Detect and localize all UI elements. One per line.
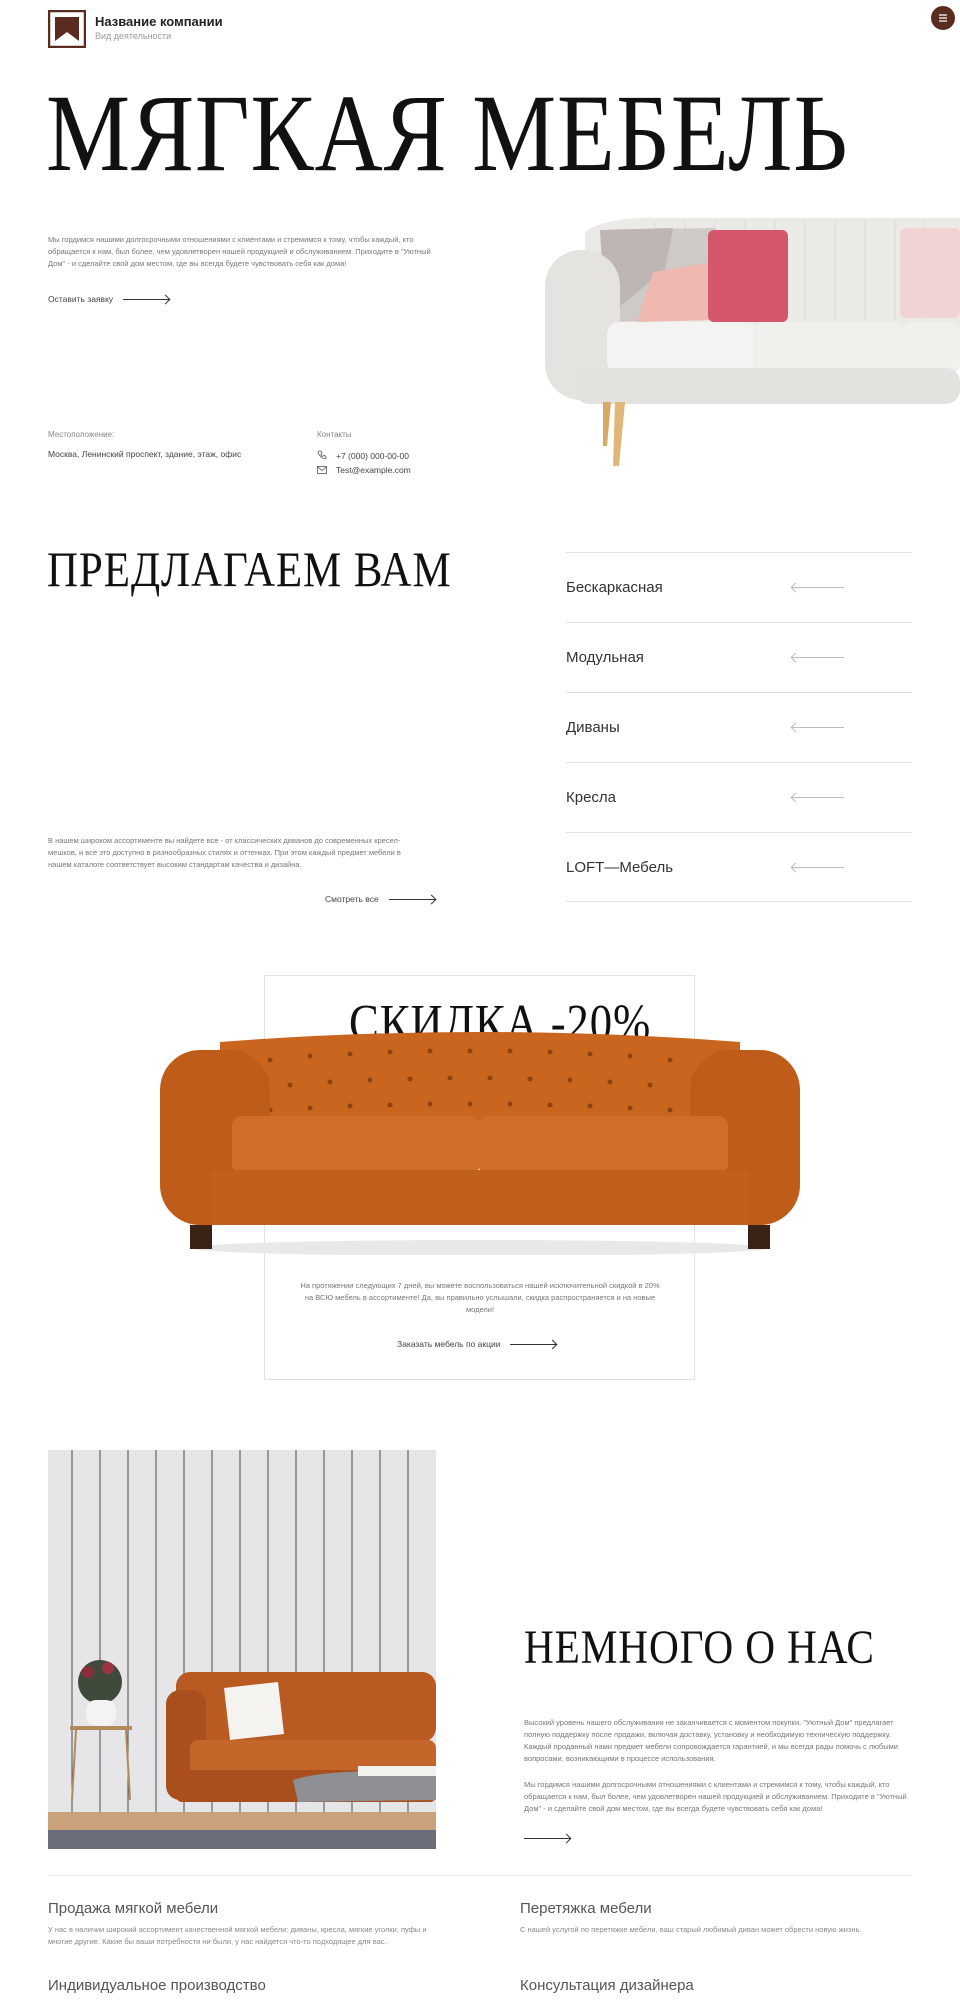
activity-type: Вид деятельности (95, 31, 172, 41)
service-desc: У нас в наличии широкий ассортимент каче… (48, 1925, 427, 1946)
offer-text: В нашем широком ассортименте вы найдете … (48, 836, 401, 869)
about-paragraph-2: Мы гордимся нашими долгосрочными отношен… (524, 1780, 907, 1813)
see-all-link[interactable]: Смотреть все (325, 894, 435, 904)
sale-text: На протяжении следующих 7 дней, вы может… (300, 1281, 660, 1314)
hamburger-menu-icon[interactable] (931, 6, 955, 30)
service-desc: С нашей услугой по перетяжке мебели, ваш… (520, 1925, 862, 1934)
category-item[interactable]: LOFT—Мебель (566, 832, 912, 902)
category-item[interactable]: Бескаркасная (566, 552, 912, 622)
sale-sofa-image (160, 1030, 800, 1256)
hero-cta-label: Оставить заявку (48, 294, 114, 304)
sale-cta-link[interactable]: Заказать мебель по акции (397, 1339, 557, 1349)
service-title: Продажа мягкой мебели (48, 1900, 219, 1917)
sale-cta-label: Заказать мебель по акции (397, 1339, 501, 1349)
mail-icon (317, 461, 327, 479)
category-label: Диваны (566, 719, 620, 736)
arrow-right-icon (123, 298, 170, 300)
arrow-left-icon (792, 657, 844, 658)
arrow-right-icon (388, 898, 435, 900)
location-value: Москва, Ленинский проспект, здание, этаж… (48, 449, 242, 459)
about-paragraph-1: Высокий уровень нашего обслуживания не з… (524, 1718, 898, 1763)
category-item[interactable]: Кресла (566, 762, 912, 832)
category-label: LOFT—Мебель (566, 858, 674, 876)
about-more-link[interactable] (524, 1838, 570, 1839)
category-label: Кресла (566, 789, 617, 806)
category-item[interactable]: Модульная (566, 622, 912, 692)
email-row[interactable]: Test@example.com (317, 461, 411, 479)
service-title: Перетяжка мебели (520, 1900, 652, 1917)
hero-sofa-image (545, 210, 960, 470)
location-label: Местоположение: (48, 430, 115, 439)
arrow-left-icon (792, 797, 844, 798)
about-image (48, 1450, 436, 1849)
email-address: Test@example.com (336, 465, 411, 475)
arrow-right-icon (524, 1838, 570, 1839)
company-name: Название компании (95, 14, 223, 29)
category-label: Бескаркасная (566, 579, 663, 596)
header: Название компании Вид деятельности (0, 0, 960, 56)
see-all-label: Смотреть все (325, 894, 379, 904)
hero-title: МЯГКАЯ МЕБЕЛЬ (46, 72, 849, 194)
arrow-right-icon (510, 1343, 557, 1345)
hero-text: Мы гордимся нашими долгосрочными отношен… (48, 235, 431, 268)
hero-cta-link[interactable]: Оставить заявку (48, 294, 170, 304)
divider (48, 1875, 912, 1876)
about-title: НЕМНОГО О НАС (524, 1621, 875, 1674)
category-item[interactable]: Диваны (566, 692, 912, 762)
phone-number: +7 (000) 000-00-00 (336, 451, 410, 461)
service-title: Консультация дизайнера (520, 1977, 694, 1994)
arrow-left-icon (792, 727, 844, 728)
contacts-label: Контакты (317, 430, 352, 439)
bookmark-logo-icon[interactable] (47, 9, 87, 49)
service-title: Индивидуальное производство (48, 1977, 266, 1994)
category-label: Модульная (566, 649, 644, 666)
offer-title: ПРЕДЛАГАЕМ ВАМ (47, 541, 452, 597)
arrow-left-icon (792, 866, 844, 868)
arrow-left-icon (792, 587, 844, 588)
